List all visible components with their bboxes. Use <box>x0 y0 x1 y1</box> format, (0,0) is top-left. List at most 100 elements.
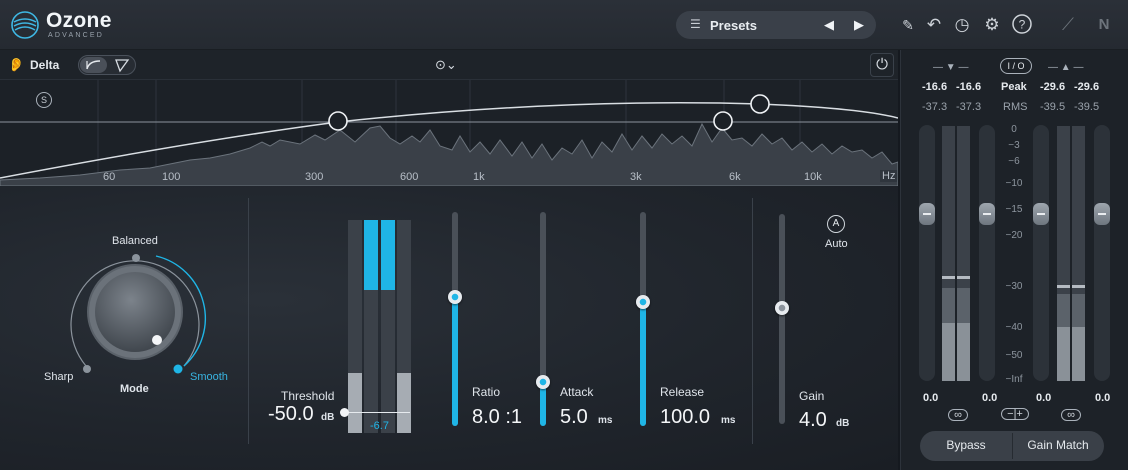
release-slider-handle[interactable] <box>636 295 650 309</box>
bypass-button[interactable]: Bypass <box>920 438 1012 452</box>
input-gain-value-l[interactable]: 0.0 <box>923 392 938 404</box>
output-peak-r: -29.6 <box>1074 81 1100 93</box>
output-gain-value-l[interactable]: 0.0 <box>1036 392 1051 404</box>
freq-label: 10k <box>804 171 822 183</box>
input-link-icon[interactable]: ∞ <box>948 409 968 421</box>
scale-tick: −30 <box>1005 281 1023 292</box>
output-collapse-icon[interactable]: — ▲ — <box>1048 62 1083 73</box>
threshold-unit: dB <box>321 412 335 423</box>
fader-icon[interactable]: ⟋ <box>1056 13 1080 37</box>
freq-label: 60 <box>103 171 116 183</box>
output-rms-bar-l <box>1057 327 1070 381</box>
input-peak-l: -16.6 <box>922 81 948 93</box>
auto-gain-label: Auto <box>825 238 848 250</box>
pen-icon[interactable]: ✎ <box>896 13 920 37</box>
gain-unit: dB <box>836 418 850 429</box>
output-peak-l: -29.6 <box>1040 81 1066 93</box>
input-gain-fader-l[interactable] <box>919 125 935 381</box>
output-gain-handle-l[interactable] <box>1033 203 1049 225</box>
undo-icon[interactable]: ↶ <box>922 13 946 37</box>
delta-button[interactable]: Delta <box>30 58 59 72</box>
output-gain-fader-r[interactable] <box>1094 125 1110 381</box>
output-peak-hold-l <box>1057 285 1070 288</box>
mode-knob[interactable] <box>60 248 210 388</box>
gain-match-button[interactable]: Gain Match <box>1012 438 1104 452</box>
attack-slider-fill <box>540 383 546 426</box>
input-level-left <box>348 373 362 433</box>
scale-tick: −40 <box>1005 322 1023 333</box>
freq-label: 6k <box>729 171 741 183</box>
input-gain-value-r[interactable]: 0.0 <box>982 392 997 404</box>
filter-view-button[interactable] <box>110 57 134 73</box>
scale-tick: −50 <box>1005 350 1023 361</box>
balanced-option[interactable]: Balanced <box>112 235 158 247</box>
output-gain-value-r[interactable]: 0.0 <box>1095 392 1110 404</box>
output-gain-fader-l[interactable] <box>1033 125 1049 381</box>
scale-tick: −Inf <box>1005 374 1023 385</box>
ratio-slider-handle[interactable] <box>448 290 462 304</box>
power-icon[interactable]: ⏻ <box>870 53 894 77</box>
release-value[interactable]: 100.0 <box>660 406 710 429</box>
help-icon[interactable]: ? <box>1010 13 1034 37</box>
gain-label: Gain <box>799 389 825 403</box>
next-preset-button[interactable]: ▶ <box>852 16 866 34</box>
input-peak-hold-r <box>957 276 970 279</box>
ratio-label: Ratio <box>472 385 501 399</box>
output-link-icon[interactable]: ∞ <box>1061 409 1081 421</box>
freq-label: 3k <box>630 171 642 183</box>
gain-reduction-readout: -6.7 <box>370 420 389 432</box>
threshold-handle[interactable] <box>340 408 349 417</box>
curve-view-button[interactable] <box>80 57 107 73</box>
stereo-link-icon[interactable]: ⊙⌄ <box>435 56 467 74</box>
history-icon[interactable]: ◷ <box>950 13 974 37</box>
peak-label: Peak <box>1001 81 1027 93</box>
ratio-slider-fill <box>452 297 458 426</box>
gear-icon[interactable]: ⚙ <box>980 13 1004 37</box>
ear-icon[interactable]: 👂 <box>8 56 24 74</box>
input-rms-r: -37.3 <box>956 101 982 113</box>
gain-slider[interactable] <box>779 214 785 424</box>
threshold-value[interactable]: -50.0 <box>268 403 314 426</box>
io-button[interactable]: I / O <box>1000 58 1032 74</box>
input-gain-handle-l[interactable] <box>919 203 935 225</box>
smooth-option[interactable]: Smooth <box>190 371 228 383</box>
output-rms-r: -39.5 <box>1074 101 1100 113</box>
spectrum-analyzer <box>0 122 899 187</box>
band-node-2 <box>713 111 733 131</box>
band-node-1 <box>328 111 348 131</box>
presets-dropdown[interactable] <box>676 11 876 39</box>
threshold-label: Threshold <box>281 389 335 403</box>
input-collapse-icon[interactable]: — ▼ — <box>933 62 968 73</box>
scale-tick: −15 <box>1005 204 1023 215</box>
ni-logo-icon[interactable]: N <box>1092 13 1116 37</box>
attack-slider-handle[interactable] <box>536 375 550 389</box>
release-slider-fill <box>640 302 646 426</box>
prev-preset-button[interactable]: ◀ <box>822 16 836 34</box>
gain-value[interactable]: 4.0 <box>799 409 827 432</box>
scale-tick: −3 <box>1008 140 1020 151</box>
spectrum-display[interactable] <box>0 80 899 187</box>
output-peak-hold-r <box>1072 285 1085 288</box>
invert-link-icon[interactable]: −|+ <box>1001 408 1029 420</box>
ratio-value[interactable]: 8.0 :1 <box>472 406 522 429</box>
solo-badge[interactable]: S <box>36 92 52 108</box>
freq-unit-label: Hz <box>880 170 898 182</box>
release-unit: ms <box>721 415 736 426</box>
attack-label: Attack <box>560 385 594 399</box>
gain-slider-handle[interactable] <box>775 301 789 315</box>
auto-gain-button[interactable]: A <box>827 215 845 233</box>
svg-text:?: ? <box>1019 18 1026 32</box>
gr-level-right <box>381 220 395 290</box>
freq-label: 100 <box>162 171 181 183</box>
sharp-option[interactable]: Sharp <box>44 371 73 383</box>
attack-value[interactable]: 5.0 <box>560 406 588 429</box>
scale-tick: 0 <box>1011 124 1017 135</box>
rms-label: RMS <box>1003 101 1028 113</box>
scale-tick: −20 <box>1005 230 1023 241</box>
output-gain-handle-r[interactable] <box>1094 203 1110 225</box>
input-gain-handle-r[interactable] <box>979 203 995 225</box>
scale-tick: −10 <box>1005 178 1023 189</box>
output-rms-l: -39.5 <box>1040 101 1066 113</box>
input-gain-fader-r[interactable] <box>979 125 995 381</box>
input-level-right <box>397 373 411 433</box>
